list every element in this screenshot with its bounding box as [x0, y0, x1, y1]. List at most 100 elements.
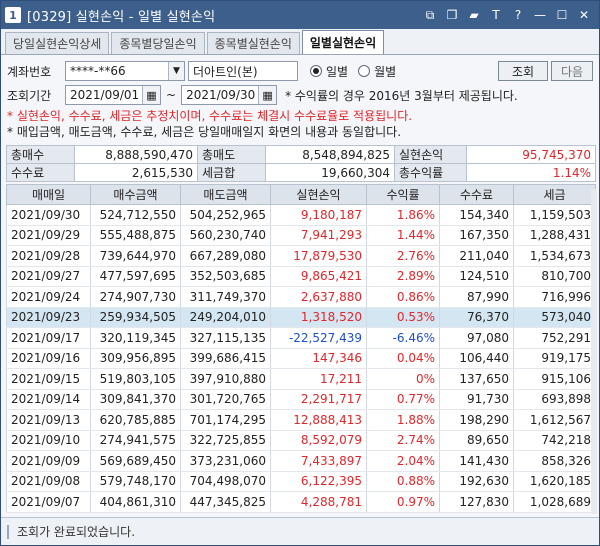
cell-sell: 327,115,135	[180, 327, 271, 349]
table-row[interactable]: 2021/09/29 555,488,875 560,230,740 7,941,29…	[6, 225, 596, 246]
cell-tax: 1,534,673	[513, 245, 596, 267]
chevron-down-icon[interactable]: ▼	[168, 62, 184, 80]
calendar-icon[interactable]: ▦	[142, 86, 160, 104]
cell-date: 2021/09/24	[6, 286, 91, 308]
radio-daily-dot[interactable]	[310, 65, 322, 77]
cell-date: 2021/09/17	[6, 327, 91, 349]
radio-daily-label: 일별	[326, 64, 349, 79]
cell-fee: 97,080	[439, 327, 514, 349]
table-row[interactable]: 2021/09/15 519,803,105 397,910,880 17,211 0%…	[6, 368, 596, 390]
cell-fee: 211,040	[439, 245, 514, 267]
cell-sell: 667,289,080	[180, 245, 271, 267]
link-icon[interactable]: ⧉	[421, 6, 439, 24]
titlebar: 1 [0329] 실현손익 - 일별 실현손익 ⧉ ❐ ▰ T ? — ☐ ✕	[1, 1, 599, 29]
table-row[interactable]: 2021/09/28 739,644,970 667,289,080 17,879,5…	[6, 245, 596, 267]
radio-monthly[interactable]: 월별	[358, 63, 396, 80]
col-header-buy[interactable]: 매수금액	[90, 184, 181, 205]
cell-date: 2021/09/16	[6, 348, 91, 369]
cell-date: 2021/09/27	[6, 266, 91, 287]
radio-monthly-dot[interactable]	[358, 65, 371, 77]
radio-daily[interactable]: 일별	[310, 63, 348, 80]
total-buy-value: 8,888,590,470	[74, 145, 198, 164]
vertical-scrollbar[interactable]	[591, 189, 597, 514]
cell-pnl: 7,941,293	[270, 225, 367, 246]
title-icon-group: ⧉ ❐ ▰ T ? — ☐ ✕	[421, 6, 599, 24]
cell-fee: 89,650	[439, 430, 514, 451]
cell-rate: 2.76%	[366, 245, 440, 267]
cell-buy: 320,119,345	[90, 327, 181, 349]
date-from-value: 2021/09/01	[70, 88, 140, 102]
table-row[interactable]: 2021/09/16 309,956,895 399,686,415 147,346 0…	[6, 348, 596, 369]
query-form: 계좌번호 ****-**66 ▼ 더아트인(본) 일별 월별 조회 다음 조회기…	[1, 55, 599, 139]
cell-rate: 0.77%	[366, 389, 440, 410]
tab-stock-today[interactable]: 종목별당일손익	[111, 32, 205, 54]
cell-buy: 477,597,695	[90, 266, 181, 287]
copy-icon[interactable]: ❐	[443, 6, 461, 24]
table-row[interactable]: 2021/09/07 404,861,310 447,345,825 4,288,78…	[6, 491, 596, 513]
table-row[interactable]: 2021/09/17 320,119,345 327,115,135 -22,527,…	[6, 327, 596, 349]
table-row[interactable]: 2021/09/24 274,907,730 311,749,370 2,637,88…	[6, 286, 596, 308]
table-row[interactable]: 2021/09/13 620,785,885 701,174,295 12,888,4…	[6, 409, 596, 431]
cell-rate: 2.89%	[366, 266, 440, 287]
cell-date: 2021/09/14	[6, 389, 91, 410]
col-header-date[interactable]: 매매일	[6, 184, 91, 205]
cell-rate: 2.74%	[366, 430, 440, 451]
account-combobox[interactable]: ****-**66 ▼	[65, 61, 185, 81]
cell-pnl: 4,288,781	[270, 491, 367, 513]
tab-stock-realized[interactable]: 종목별실현손익	[206, 32, 300, 54]
cell-tax: 693,898	[513, 389, 596, 410]
cell-tax: 915,106	[513, 368, 596, 390]
table-row[interactable]: 2021/09/23 259,934,505 249,204,010 1,318,52…	[6, 307, 596, 328]
cell-rate: 1.88%	[366, 409, 440, 431]
cell-pnl: 8,592,079	[270, 430, 367, 451]
cell-sell: 504,252,965	[180, 204, 271, 226]
table-row[interactable]: 2021/09/10 274,941,575 322,725,855 8,592,07…	[6, 430, 596, 451]
calendar-icon[interactable]: ▦	[258, 86, 277, 104]
cell-tax: 573,040	[513, 307, 596, 328]
table-row[interactable]: 2021/09/30 524,712,550 504,252,965 9,180,18…	[6, 204, 596, 226]
table-row[interactable]: 2021/09/27 477,597,695 352,503,685 9,865,42…	[6, 266, 596, 287]
pin-icon[interactable]: ▰	[465, 6, 483, 24]
cell-rate: 1.44%	[366, 225, 440, 246]
table-row[interactable]: 2021/09/08 579,748,170 704,498,070 6,122,39…	[6, 471, 596, 492]
next-button[interactable]: 다음	[551, 61, 593, 81]
maximize-icon[interactable]: ☐	[553, 6, 571, 24]
grid-body: 2021/09/30 524,712,550 504,252,965 9,180,18…	[6, 204, 596, 513]
cell-fee: 127,830	[439, 491, 514, 513]
col-header-tax[interactable]: 세금	[513, 184, 596, 205]
table-row[interactable]: 2021/09/09 569,689,450 373,231,060 7,433,89…	[6, 450, 596, 472]
font-size-icon[interactable]: T	[487, 6, 505, 24]
col-header-fee[interactable]: 수수료	[439, 184, 514, 205]
account-number-value: ****-**66	[70, 64, 126, 78]
date-to-field[interactable]: 2021/09/30 ▦	[181, 85, 278, 105]
cell-tax: 810,700	[513, 266, 596, 287]
col-header-rate[interactable]: 수익률	[366, 184, 440, 205]
cell-date: 2021/09/07	[6, 491, 91, 513]
total-sell-value: 8,548,894,825	[265, 145, 395, 164]
cell-fee: 141,430	[439, 450, 514, 472]
tab-daily-realized[interactable]: 일별실현손익	[301, 30, 385, 54]
cell-pnl: 6,122,395	[270, 471, 367, 492]
period-note: * 수익률의 경우 2016년 3월부터 제공됩니다.	[285, 88, 518, 103]
cell-fee: 167,350	[439, 225, 514, 246]
cell-tax: 919,175	[513, 348, 596, 369]
cell-sell: 301,720,765	[180, 389, 271, 410]
cell-pnl: 2,291,717	[270, 389, 367, 410]
cell-date: 2021/09/30	[6, 204, 91, 226]
help-icon[interactable]: ?	[509, 6, 527, 24]
fee-label: 수수료	[6, 163, 75, 182]
close-icon[interactable]: ✕	[575, 6, 593, 24]
tab-today-detail[interactable]: 당일실현손익상세	[5, 32, 110, 54]
cell-buy: 309,841,370	[90, 389, 181, 410]
minimize-icon[interactable]: —	[531, 6, 549, 24]
cell-pnl: 9,865,421	[270, 266, 367, 287]
col-header-pnl[interactable]: 실현손익	[270, 184, 367, 205]
query-button[interactable]: 조회	[498, 61, 548, 81]
cell-sell: 249,204,010	[180, 307, 271, 328]
cell-rate: 0%	[366, 368, 440, 390]
window-title: [0329] 실현손익 - 일별 실현손익	[27, 9, 216, 25]
cell-date: 2021/09/08	[6, 471, 91, 492]
date-from-field[interactable]: 2021/09/01 ▦	[65, 85, 161, 105]
table-row[interactable]: 2021/09/14 309,841,370 301,720,765 2,291,71…	[6, 389, 596, 410]
col-header-sell[interactable]: 매도금액	[180, 184, 271, 205]
